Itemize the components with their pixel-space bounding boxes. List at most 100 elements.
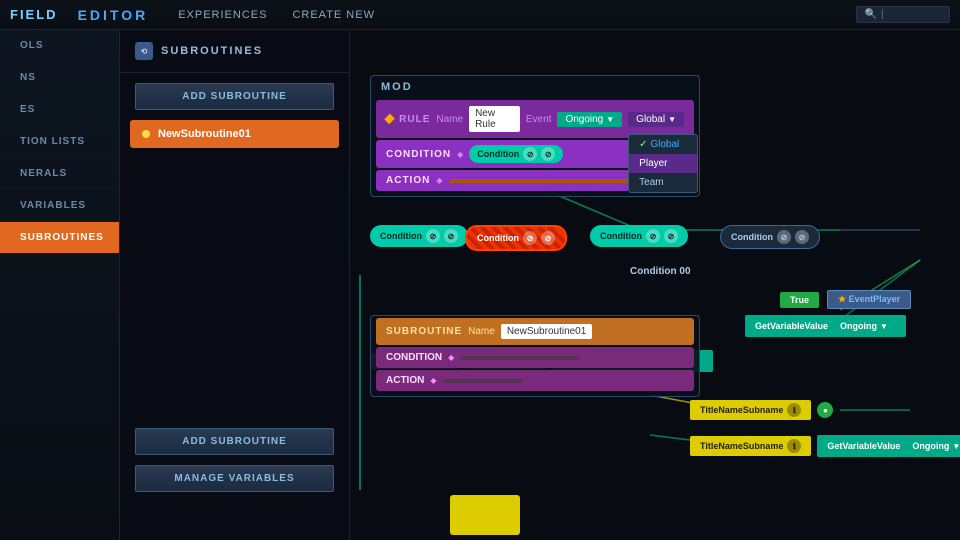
sub-cond-connector: ◆: [448, 353, 454, 362]
editor-label: EDITOR: [78, 7, 149, 23]
mod-title: MOD: [371, 76, 699, 98]
event-dropdown[interactable]: Ongoing ▼: [557, 112, 622, 127]
floating-condition-1[interactable]: Condition ⊘ ⊘: [370, 225, 468, 247]
sidebar-item-subroutines[interactable]: SUBROUTINES: [0, 222, 119, 254]
search-icon: 🔍: [865, 9, 877, 20]
star-icon: ★: [838, 294, 846, 304]
subroutine-header-row: SUBROUTINE Name NewSubroutine01: [376, 318, 694, 345]
dropdown-item-team[interactable]: Team: [629, 173, 697, 192]
add-subroutine-button[interactable]: ADD SUBROUTINE: [135, 83, 334, 110]
subroutine-block-label: SUBROUTINE: [386, 326, 462, 337]
name-label: Name: [436, 114, 463, 125]
ongoing-dropdown-1[interactable]: Ongoing ▼: [832, 318, 896, 334]
titlename-node-2[interactable]: TitleNameSubname ℹ: [690, 436, 811, 456]
sub-condition-bar: [460, 356, 580, 360]
titlename-row-2: TitleNameSubname ℹ GetVariableValue Ongo…: [690, 435, 960, 457]
subroutine-list-item[interactable]: NewSubroutine01: [130, 120, 339, 148]
condition-node-text: Condition: [477, 149, 519, 159]
true-button[interactable]: True: [780, 292, 819, 308]
sidebar-item-es[interactable]: ES: [0, 94, 119, 126]
ongoing-label-1: Ongoing: [840, 321, 877, 331]
panel-icon: ⟲: [135, 42, 153, 60]
mod-panel: MOD RULE Name New Rule Event Ongoing ▼ G…: [370, 75, 700, 197]
get-variable-node-3[interactable]: GetVariableValue Ongoing ▼: [817, 435, 960, 457]
subroutine-name-label: Name: [468, 326, 495, 337]
event-player-button[interactable]: ★ EventPlayer: [827, 290, 911, 309]
sidebar-item-nerals[interactable]: NERALS: [0, 158, 119, 190]
float-icon-3b: ⊘: [664, 229, 678, 243]
chevron-down-icon: ▼: [606, 115, 614, 124]
floating-condition-2[interactable]: Condition ⊘ ⊘: [465, 225, 567, 251]
sub-action-connector: ◆: [430, 376, 436, 385]
manage-variables-button[interactable]: MANAGE VARIABLES: [135, 465, 334, 492]
subroutine-action-row: ACTION ◆: [376, 370, 694, 391]
ongoing-dropdown-3[interactable]: Ongoing ▼: [904, 438, 960, 454]
rule-diamond-icon: [384, 114, 395, 125]
condition-00-label: Condition 00: [630, 266, 691, 277]
sidebar-item-ols[interactable]: OLS: [0, 30, 119, 62]
dropdown-item-player[interactable]: Player: [629, 154, 697, 173]
rule-name-field[interactable]: New Rule: [469, 106, 520, 132]
connector-dot: ◆: [457, 150, 463, 159]
float-cond-text-2: Condition: [477, 233, 519, 243]
get-variable-label-3: GetVariableValue: [827, 441, 900, 451]
float-icon-2a: ⊘: [523, 231, 537, 245]
panel-header: ⟲ SUBROUTINES: [120, 30, 349, 73]
subroutine-name-value[interactable]: NewSubroutine01: [501, 324, 593, 339]
add-subroutine-bottom-button[interactable]: ADD SUBROUTINE: [135, 428, 334, 455]
circle-icon-2: ⊘: [541, 147, 555, 161]
panel-title: SUBROUTINES: [161, 45, 263, 57]
titlename-row-1: TitleNameSubname ℹ ●: [690, 400, 833, 420]
nav-experiences[interactable]: EXPERIENCES: [178, 9, 267, 21]
titlename-info-icon: ℹ: [787, 403, 801, 417]
ongoing-label-3: Ongoing: [912, 441, 949, 451]
top-navigation: FIELD EDITOR EXPERIENCES CREATE NEW 🔍: [0, 0, 960, 30]
event-player-label: EventPlayer: [849, 294, 901, 304]
float-icon-4a: ⊘: [777, 230, 791, 244]
subroutine-panel: SUBROUTINE Name NewSubroutine01 CONDITIO…: [370, 315, 700, 397]
scope-dropdown[interactable]: Global ▼: [628, 112, 684, 127]
titlename-node-1[interactable]: TitleNameSubname ℹ: [690, 400, 811, 420]
chevron-ongoing-3: ▼: [952, 442, 960, 451]
dropdown-item-global[interactable]: ✓ Global: [629, 135, 697, 154]
float-cond-text-1: Condition: [380, 231, 422, 241]
float-cond-text-4: Condition: [731, 232, 773, 242]
event-label: Event: [526, 114, 552, 125]
nav-create-new[interactable]: CREATE NEW: [292, 9, 375, 21]
get-variable-label-1: GetVariableValue: [755, 321, 828, 331]
rule-row: RULE Name New Rule Event Ongoing ▼ Globa…: [376, 100, 694, 138]
connect-dot-1: ●: [817, 402, 833, 418]
circle-icon-1: ⊘: [523, 147, 537, 161]
sidebar-item-tion-lists[interactable]: TION LISTS: [0, 126, 119, 158]
float-icon-4b: ⊘: [795, 230, 809, 244]
chevron-icon-1: ▼: [880, 322, 888, 331]
checkmark-icon: ✓: [639, 139, 647, 150]
connector-dot-2: ◆: [436, 176, 442, 185]
subroutines-panel: ⟲ SUBROUTINES ADD SUBROUTINE NewSubrouti…: [120, 30, 350, 540]
action-label: ACTION: [386, 175, 430, 186]
main-canvas: MOD RULE Name New Rule Event Ongoing ▼ G…: [350, 30, 960, 540]
sub-condition-label: CONDITION: [386, 352, 442, 363]
search-input[interactable]: [881, 9, 941, 20]
event-value: Ongoing: [565, 114, 603, 125]
get-variable-row-1: GetVariableValue Ongoing ▼: [745, 315, 906, 337]
true-event-row: True ★ EventPlayer: [780, 290, 911, 309]
chevron-down-icon: ▼: [668, 115, 676, 124]
titlename-label-1: TitleNameSubname: [700, 405, 783, 415]
condition-node[interactable]: Condition ⊘ ⊘: [469, 145, 563, 163]
search-bar[interactable]: 🔍: [856, 6, 950, 23]
get-variable-node-1[interactable]: GetVariableValue Ongoing ▼: [745, 315, 906, 337]
titlename-info-icon-2: ℹ: [787, 439, 801, 453]
float-icon-1b: ⊘: [444, 229, 458, 243]
sub-action-label: ACTION: [386, 375, 424, 386]
sidebar: OLS NS ES TION LISTS NERALS VARIABLES SU…: [0, 30, 120, 540]
sidebar-item-ns[interactable]: NS: [0, 62, 119, 94]
float-cond-text-3: Condition: [600, 231, 642, 241]
floating-condition-3[interactable]: Condition ⊘ ⊘: [590, 225, 688, 247]
condition-label: CONDITION: [386, 149, 451, 160]
floating-condition-4[interactable]: Condition ⊘ ⊘: [720, 225, 820, 249]
sidebar-item-variables[interactable]: VARIABLES: [0, 190, 119, 222]
subroutine-name: NewSubroutine01: [158, 128, 251, 140]
titlename-label-2: TitleNameSubname: [700, 441, 783, 451]
rule-label: RULE: [399, 114, 430, 125]
